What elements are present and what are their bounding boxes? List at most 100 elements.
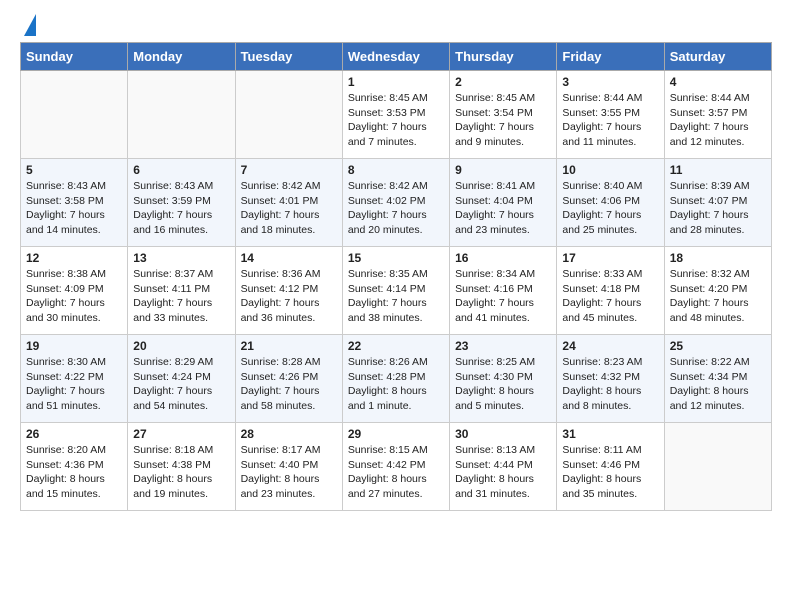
day-cell: 16 Sunrise: 8:34 AM Sunset: 4:16 PM Dayli…	[450, 247, 557, 335]
day-number: 13	[133, 251, 229, 265]
day-info: Sunrise: 8:20 AM Sunset: 4:36 PM Dayligh…	[26, 443, 122, 502]
day-number: 21	[241, 339, 337, 353]
day-cell: 19 Sunrise: 8:30 AM Sunset: 4:22 PM Dayli…	[21, 335, 128, 423]
day-info: Sunrise: 8:39 AM Sunset: 4:07 PM Dayligh…	[670, 179, 766, 238]
day-number: 2	[455, 75, 551, 89]
header-cell-tuesday: Tuesday	[235, 43, 342, 71]
day-cell: 24 Sunrise: 8:23 AM Sunset: 4:32 PM Dayli…	[557, 335, 664, 423]
day-number: 24	[562, 339, 658, 353]
day-info: Sunrise: 8:13 AM Sunset: 4:44 PM Dayligh…	[455, 443, 551, 502]
day-number: 27	[133, 427, 229, 441]
logo-triangle-icon	[24, 14, 36, 36]
day-info: Sunrise: 8:42 AM Sunset: 4:02 PM Dayligh…	[348, 179, 444, 238]
day-cell: 2Sunrise: 8:45 AM Sunset: 3:54 PM Daylig…	[450, 71, 557, 159]
day-cell: 7 Sunrise: 8:42 AM Sunset: 4:01 PM Daylig…	[235, 159, 342, 247]
day-info: Sunrise: 8:33 AM Sunset: 4:18 PM Dayligh…	[562, 267, 658, 326]
day-number: 22	[348, 339, 444, 353]
day-cell	[235, 71, 342, 159]
week-row-2: 5 Sunrise: 8:43 AM Sunset: 3:58 PM Daylig…	[21, 159, 772, 247]
day-number: 18	[670, 251, 766, 265]
day-cell: 9Sunrise: 8:41 AM Sunset: 4:04 PM Daylig…	[450, 159, 557, 247]
day-cell: 23 Sunrise: 8:25 AM Sunset: 4:30 PM Dayli…	[450, 335, 557, 423]
day-info: Sunrise: 8:44 AM Sunset: 3:57 PM Dayligh…	[670, 91, 766, 150]
week-row-4: 19 Sunrise: 8:30 AM Sunset: 4:22 PM Dayli…	[21, 335, 772, 423]
day-number: 12	[26, 251, 122, 265]
header-cell-friday: Friday	[557, 43, 664, 71]
header	[20, 18, 772, 36]
day-info: Sunrise: 8:11 AM Sunset: 4:46 PM Dayligh…	[562, 443, 658, 502]
day-cell: 25 Sunrise: 8:22 AM Sunset: 4:34 PM Dayli…	[664, 335, 771, 423]
day-info: Sunrise: 8:38 AM Sunset: 4:09 PM Dayligh…	[26, 267, 122, 326]
header-cell-monday: Monday	[128, 43, 235, 71]
day-cell: 11Sunrise: 8:39 AM Sunset: 4:07 PM Dayli…	[664, 159, 771, 247]
day-cell: 14 Sunrise: 8:36 AM Sunset: 4:12 PM Dayli…	[235, 247, 342, 335]
day-number: 26	[26, 427, 122, 441]
day-number: 14	[241, 251, 337, 265]
day-cell: 5 Sunrise: 8:43 AM Sunset: 3:58 PM Daylig…	[21, 159, 128, 247]
day-info: Sunrise: 8:40 AM Sunset: 4:06 PM Dayligh…	[562, 179, 658, 238]
day-number: 30	[455, 427, 551, 441]
day-number: 15	[348, 251, 444, 265]
day-info: Sunrise: 8:37 AM Sunset: 4:11 PM Dayligh…	[133, 267, 229, 326]
header-cell-wednesday: Wednesday	[342, 43, 449, 71]
day-info: Sunrise: 8:44 AM Sunset: 3:55 PM Dayligh…	[562, 91, 658, 150]
day-number: 8	[348, 163, 444, 177]
day-info: Sunrise: 8:30 AM Sunset: 4:22 PM Dayligh…	[26, 355, 122, 414]
day-info: Sunrise: 8:17 AM Sunset: 4:40 PM Dayligh…	[241, 443, 337, 502]
week-row-5: 26 Sunrise: 8:20 AM Sunset: 4:36 PM Dayli…	[21, 423, 772, 511]
day-cell: 22Sunrise: 8:26 AM Sunset: 4:28 PM Dayli…	[342, 335, 449, 423]
day-cell: 8 Sunrise: 8:42 AM Sunset: 4:02 PM Daylig…	[342, 159, 449, 247]
day-cell: 6 Sunrise: 8:43 AM Sunset: 3:59 PM Daylig…	[128, 159, 235, 247]
day-number: 23	[455, 339, 551, 353]
day-cell	[21, 71, 128, 159]
header-cell-sunday: Sunday	[21, 43, 128, 71]
day-cell	[128, 71, 235, 159]
day-cell: 1Sunrise: 8:45 AM Sunset: 3:53 PM Daylig…	[342, 71, 449, 159]
day-info: Sunrise: 8:18 AM Sunset: 4:38 PM Dayligh…	[133, 443, 229, 502]
day-number: 10	[562, 163, 658, 177]
day-number: 16	[455, 251, 551, 265]
day-number: 1	[348, 75, 444, 89]
day-number: 20	[133, 339, 229, 353]
day-info: Sunrise: 8:32 AM Sunset: 4:20 PM Dayligh…	[670, 267, 766, 326]
day-info: Sunrise: 8:42 AM Sunset: 4:01 PM Dayligh…	[241, 179, 337, 238]
day-info: Sunrise: 8:28 AM Sunset: 4:26 PM Dayligh…	[241, 355, 337, 414]
day-cell: 31Sunrise: 8:11 AM Sunset: 4:46 PM Dayli…	[557, 423, 664, 511]
day-info: Sunrise: 8:23 AM Sunset: 4:32 PM Dayligh…	[562, 355, 658, 414]
day-cell: 13 Sunrise: 8:37 AM Sunset: 4:11 PM Dayli…	[128, 247, 235, 335]
calendar-page: SundayMondayTuesdayWednesdayThursdayFrid…	[0, 0, 792, 529]
day-number: 3	[562, 75, 658, 89]
day-info: Sunrise: 8:22 AM Sunset: 4:34 PM Dayligh…	[670, 355, 766, 414]
day-number: 25	[670, 339, 766, 353]
day-cell: 27 Sunrise: 8:18 AM Sunset: 4:38 PM Dayli…	[128, 423, 235, 511]
day-number: 19	[26, 339, 122, 353]
day-info: Sunrise: 8:41 AM Sunset: 4:04 PM Dayligh…	[455, 179, 551, 238]
day-info: Sunrise: 8:29 AM Sunset: 4:24 PM Dayligh…	[133, 355, 229, 414]
day-info: Sunrise: 8:43 AM Sunset: 3:58 PM Dayligh…	[26, 179, 122, 238]
day-number: 17	[562, 251, 658, 265]
header-cell-saturday: Saturday	[664, 43, 771, 71]
day-info: Sunrise: 8:36 AM Sunset: 4:12 PM Dayligh…	[241, 267, 337, 326]
day-number: 5	[26, 163, 122, 177]
day-cell: 15 Sunrise: 8:35 AM Sunset: 4:14 PM Dayli…	[342, 247, 449, 335]
day-cell: 29 Sunrise: 8:15 AM Sunset: 4:42 PM Dayli…	[342, 423, 449, 511]
calendar-table: SundayMondayTuesdayWednesdayThursdayFrid…	[20, 42, 772, 511]
day-cell: 21 Sunrise: 8:28 AM Sunset: 4:26 PM Dayli…	[235, 335, 342, 423]
day-info: Sunrise: 8:25 AM Sunset: 4:30 PM Dayligh…	[455, 355, 551, 414]
day-number: 4	[670, 75, 766, 89]
day-cell: 3 Sunrise: 8:44 AM Sunset: 3:55 PM Daylig…	[557, 71, 664, 159]
day-number: 6	[133, 163, 229, 177]
day-info: Sunrise: 8:35 AM Sunset: 4:14 PM Dayligh…	[348, 267, 444, 326]
day-cell: 12 Sunrise: 8:38 AM Sunset: 4:09 PM Dayli…	[21, 247, 128, 335]
day-number: 7	[241, 163, 337, 177]
day-cell: 26 Sunrise: 8:20 AM Sunset: 4:36 PM Dayli…	[21, 423, 128, 511]
header-row: SundayMondayTuesdayWednesdayThursdayFrid…	[21, 43, 772, 71]
day-info: Sunrise: 8:34 AM Sunset: 4:16 PM Dayligh…	[455, 267, 551, 326]
day-number: 29	[348, 427, 444, 441]
day-info: Sunrise: 8:43 AM Sunset: 3:59 PM Dayligh…	[133, 179, 229, 238]
day-cell: 10 Sunrise: 8:40 AM Sunset: 4:06 PM Dayli…	[557, 159, 664, 247]
day-cell: 17 Sunrise: 8:33 AM Sunset: 4:18 PM Dayli…	[557, 247, 664, 335]
header-cell-thursday: Thursday	[450, 43, 557, 71]
day-info: Sunrise: 8:15 AM Sunset: 4:42 PM Dayligh…	[348, 443, 444, 502]
day-cell: 28Sunrise: 8:17 AM Sunset: 4:40 PM Dayli…	[235, 423, 342, 511]
